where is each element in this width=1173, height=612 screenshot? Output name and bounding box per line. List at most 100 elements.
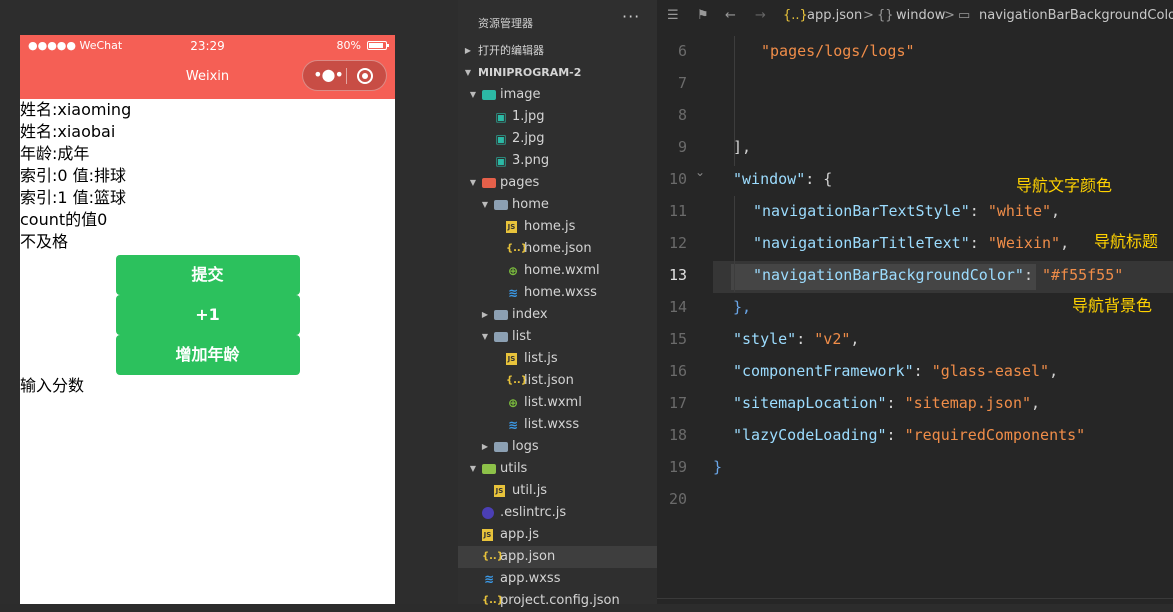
bookmark-icon[interactable]: ⚑ [697,8,709,23]
submit-button[interactable]: 提交 [115,255,300,295]
phone-screen: ●●●●● WeChat 23:29 80% Weixin •●• 姓名:xia… [20,35,395,604]
code-editor: ☰ ⚑ ← → {..} app.json > {} window > ▭ na… [657,0,1173,604]
indent-guide [734,196,735,292]
line-number: 15 [668,330,687,348]
img-file-icon: ▣ [495,132,507,146]
tree-item-label: list.wxml [524,395,582,410]
tree-folder[interactable]: ▼ image [458,84,657,106]
breadcrumb-object[interactable]: window [896,8,945,23]
code-line-9[interactable]: ], [733,138,751,156]
folder-icon [482,178,496,188]
add-age-button[interactable]: 增加年龄 [115,335,300,375]
tree-file[interactable]: {..} project.config.json [458,590,657,612]
code-line-13[interactable]: "navigationBarBackgroundColor": "#f55f55… [753,266,1123,284]
more-actions-icon[interactable]: ··· [622,7,640,26]
tree-folder[interactable]: ▶ index [458,304,657,326]
chevron-down-icon: ▼ [481,200,489,209]
code-line-12[interactable]: "navigationBarTitleText": "Weixin", [753,234,1069,252]
tree-item-label: 2.jpg [512,131,545,146]
tree-item-label: home.wxml [524,263,600,278]
tree-folder[interactable]: ▶ logs [458,436,657,458]
wxml-file-icon: ⊕ [507,396,519,410]
section-label: MINIPROGRAM-2 [478,66,582,79]
line-number: 10 [668,170,687,188]
list-icon[interactable]: ☰ [667,8,679,23]
chevron-down-icon: ▼ [469,464,477,473]
horizontal-scrollbar[interactable] [657,598,1173,599]
code-line-17[interactable]: "sitemapLocation": "sitemap.json", [733,394,1040,412]
tree-file[interactable]: JS list.js [458,348,657,370]
tree-folder[interactable]: ▼ utils [458,458,657,480]
tree-item-label: 3.png [512,153,550,168]
js-file-icon: JS [506,353,517,365]
tree-file[interactable]: JS app.js [458,524,657,546]
img-file-icon: ▣ [495,154,507,168]
tree-item-label: utils [500,461,528,476]
breadcrumb-separator: > [863,8,874,23]
js-file-icon: JS [482,529,493,541]
tree-file[interactable]: ≋ home.wxss [458,282,657,304]
tree-item-label: app.js [500,527,539,542]
tree-file[interactable]: {..} app.json [458,546,657,568]
folder-icon [494,310,508,320]
project-section[interactable]: ▼ MINIPROGRAM-2 [458,62,657,84]
chevron-right-icon: ▶ [481,310,489,319]
code-line-11[interactable]: "navigationBarTextStyle": "white", [753,202,1060,220]
folder-icon [494,200,508,210]
js-file-icon: JS [494,485,505,497]
js-file-icon: JS [506,221,517,233]
increment-button[interactable]: +1 [115,295,300,335]
code-line-18[interactable]: "lazyCodeLoading": "requiredComponents" [733,426,1085,444]
code-line-6[interactable]: "pages/logs/logs" [761,42,915,60]
tree-file[interactable]: ⊕ home.wxml [458,260,657,282]
tree-folder[interactable]: ▼ home [458,194,657,216]
explorer-title: 资源管理器 [478,17,533,30]
breadcrumb-property[interactable]: navigationBarBackgroundColor [979,8,1173,23]
close-miniprogram-icon[interactable] [357,68,373,84]
line-number: 9 [677,138,687,156]
line-number: 14 [668,298,687,316]
tree-file[interactable]: ▣ 3.png [458,150,657,172]
code-line-14[interactable]: }, [733,298,751,316]
tree-file[interactable]: ▣ 1.jpg [458,106,657,128]
json-file-icon: {..} [506,243,528,254]
line-number: 12 [668,234,687,252]
tree-item-label: list.wxss [524,417,580,432]
tree-file[interactable]: ▣ 2.jpg [458,128,657,150]
more-icon[interactable]: •●• [313,67,344,85]
input-score-label: 输入分数 [20,376,85,395]
annotation-text-color: 导航文字颜色 [1016,176,1113,195]
text-line: 姓名:xiaoming [20,100,132,119]
file-explorer: 资源管理器 ··· ▶ 打开的编辑器 ▼ MINIPROGRAM-2 ▼ imag… [458,0,657,608]
code-line-19[interactable]: } [713,458,722,476]
tree-file[interactable]: ≋ list.wxss [458,414,657,436]
code-line-15[interactable]: "style": "v2", [733,330,859,348]
capsule-menu[interactable]: •●• [302,60,387,91]
tree-file[interactable]: JS home.js [458,216,657,238]
tree-file[interactable]: JS util.js [458,480,657,502]
wxss-file-icon: ≋ [483,572,495,586]
open-editors-section[interactable]: ▶ 打开的编辑器 [458,40,657,62]
forward-arrow-icon[interactable]: → [755,8,766,23]
tree-item-label: list.json [524,373,574,388]
chevron-right-icon: ▶ [481,442,489,451]
tree-item-label: index [512,307,548,322]
tree-item-label: app.wxss [500,571,561,586]
folder-icon [482,464,496,474]
back-arrow-icon[interactable]: ← [725,8,736,23]
tree-item-label: util.js [512,483,548,498]
code-line-16[interactable]: "componentFramework": "glass-easel", [733,362,1058,380]
tree-file[interactable]: ⊕ list.wxml [458,392,657,414]
tree-file[interactable]: ≋ app.wxss [458,568,657,590]
tree-file[interactable]: {..} home.json [458,238,657,260]
code-line-10[interactable]: "window": { [733,170,832,188]
tree-file[interactable]: .eslintrc.js [458,502,657,524]
wxml-file-icon: ⊕ [507,264,519,278]
tree-file[interactable]: {..} list.json [458,370,657,392]
chevron-down-icon: ▼ [469,178,477,187]
tree-item-label: logs [512,439,539,454]
tree-folder[interactable]: ▼ list [458,326,657,348]
fold-chevron-icon[interactable]: ⌄ [695,165,705,179]
tree-folder[interactable]: ▼ pages [458,172,657,194]
breadcrumb-file[interactable]: app.json [807,8,862,23]
